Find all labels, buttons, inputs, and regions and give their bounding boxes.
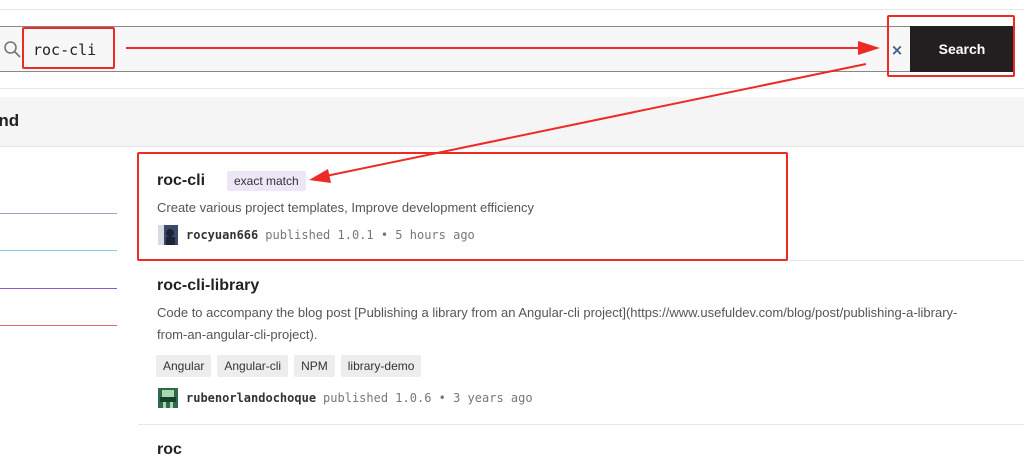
published-info: published 1.0.6 • 3 years ago xyxy=(323,391,533,405)
keyword-tag[interactable]: library-demo xyxy=(340,355,422,377)
filter-line xyxy=(0,213,117,214)
package-name-link[interactable]: roc xyxy=(157,441,182,459)
publisher-link[interactable]: rocyuan666 xyxy=(186,228,258,242)
description-line: from-an-angular-cli-project). xyxy=(157,327,318,342)
result-item: roc-cli-library Code to accompany the bl… xyxy=(138,263,1024,425)
keyword-tag[interactable]: NPM xyxy=(294,355,335,377)
publisher-row: rocyuan666 published 1.0.1 • 5 hours ago xyxy=(158,225,475,245)
published-info: published 1.0.1 • 5 hours ago xyxy=(265,228,475,242)
keyword-tag[interactable]: Angular xyxy=(156,355,212,377)
publisher-link[interactable]: rubenorlandochoque xyxy=(186,391,316,405)
package-description: Code to accompany the blog post [Publish… xyxy=(157,302,1007,346)
search-box: × xyxy=(0,26,910,72)
result-item: roc-cli exact match Create various proje… xyxy=(138,151,1024,261)
publisher-row: rubenorlandochoque published 1.0.6 • 3 y… xyxy=(158,388,533,408)
package-name-link[interactable]: roc-cli-library xyxy=(157,277,259,295)
filter-line xyxy=(0,288,117,289)
results-heading: und xyxy=(0,111,20,130)
search-button[interactable]: Search xyxy=(910,26,1014,72)
keyword-tags: Angular Angular-cli NPM library-demo xyxy=(156,355,422,377)
results-heading-bar: und xyxy=(0,97,1024,147)
search-icon xyxy=(4,41,21,58)
avatar xyxy=(158,388,178,408)
description-line: Code to accompany the blog post [Publish… xyxy=(157,305,958,320)
search-bar: × Search xyxy=(0,26,1016,72)
keyword-tag[interactable]: Angular-cli xyxy=(217,355,289,377)
avatar xyxy=(158,225,178,245)
package-name-link[interactable]: roc-cli xyxy=(157,172,205,190)
section-divider xyxy=(0,88,1024,89)
package-description: Create various project templates, Improv… xyxy=(157,200,534,215)
filter-line xyxy=(0,250,117,251)
filter-line xyxy=(0,325,117,326)
clear-icon[interactable]: × xyxy=(888,39,906,61)
result-item: roc xyxy=(138,426,1024,462)
search-input[interactable] xyxy=(30,37,870,63)
exact-match-badge: exact match xyxy=(227,171,306,191)
top-strip xyxy=(0,0,1024,10)
